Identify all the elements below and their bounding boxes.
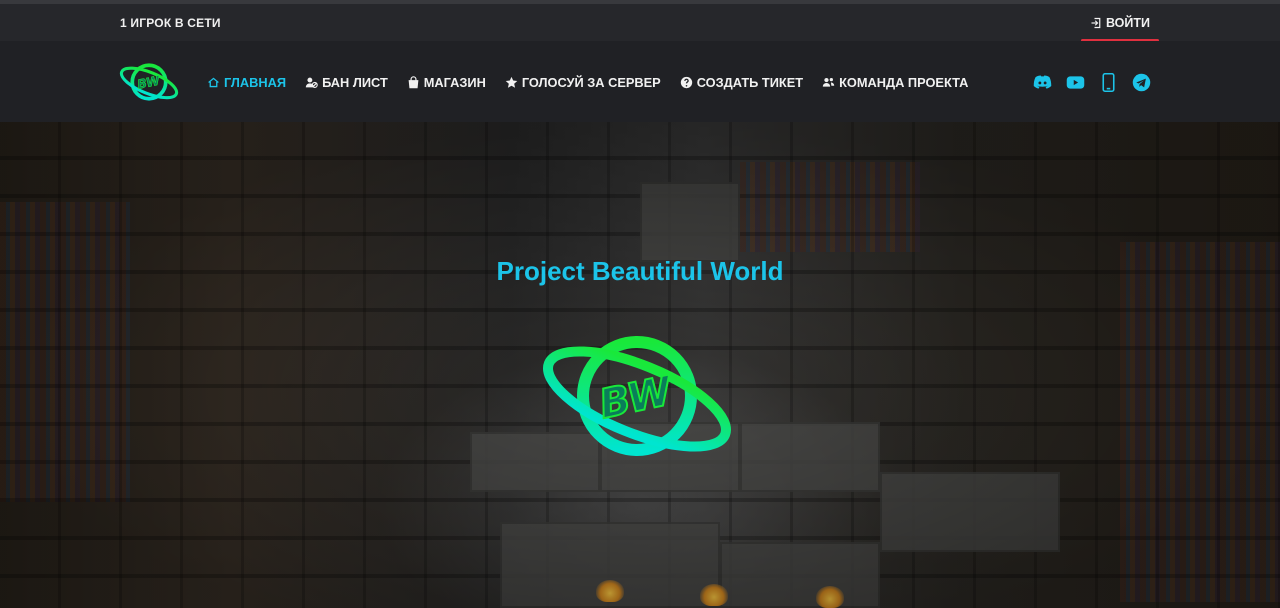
discord-icon	[1033, 75, 1052, 89]
main-menu: ГЛАВНАЯ БАН ЛИСТ МАГАЗИН ГОЛОСУЙ ЗА СЕРВ…	[207, 74, 987, 90]
mobile-link[interactable]	[1098, 72, 1119, 93]
nav-item-ticket[interactable]: СОЗДАТЬ ТИКЕТ	[680, 74, 803, 90]
nav-item-label: СОЗДАТЬ ТИКЕТ	[696, 74, 804, 90]
nav-item-label: БАН ЛИСТ	[322, 74, 388, 90]
nav-item-shop[interactable]: МАГАЗИН	[407, 74, 486, 90]
online-players-count: 1 ИГРОК В СЕТИ	[120, 16, 221, 30]
login-button[interactable]: ВОЙТИ	[1081, 14, 1159, 42]
svg-text:BW: BW	[595, 368, 677, 428]
users-icon	[822, 77, 835, 87]
nav-item-label: ГОЛОСУЙ ЗА СЕРВЕР	[521, 74, 661, 90]
youtube-icon	[1066, 76, 1085, 89]
nav-item-home[interactable]: ГЛАВНАЯ	[207, 74, 286, 90]
nav-item-label: ГЛАВНАЯ	[224, 74, 287, 90]
telegram-icon	[1132, 73, 1151, 92]
star-icon	[505, 76, 518, 88]
question-circle-icon	[680, 76, 692, 88]
home-icon	[208, 77, 219, 87]
top-bar: 1 ИГРОК В СЕТИ ВОЙТИ	[0, 0, 1280, 42]
shopping-bag-icon	[408, 75, 419, 88]
nav-item-label: КОМАНДА ПРОЕКТА	[839, 74, 969, 90]
nav-item-ban-list[interactable]: БАН ЛИСТ	[305, 74, 388, 90]
nav-item-team[interactable]: КОМАНДА ПРОЕКТА	[822, 74, 968, 90]
site-logo[interactable]: BW	[118, 60, 180, 104]
youtube-link[interactable]	[1065, 72, 1086, 93]
social-links	[1032, 72, 1152, 93]
hero-title: Project Beautiful World	[496, 256, 784, 286]
user-ban-icon	[305, 77, 318, 88]
discord-link[interactable]	[1032, 72, 1053, 93]
login-icon	[1091, 17, 1101, 29]
nav-item-vote[interactable]: ГОЛОСУЙ ЗА СЕРВЕР	[505, 74, 661, 90]
main-navbar: BW ГЛАВНАЯ БАН ЛИСТ МАГАЗИН ГОЛОСУЙ ЗА С…	[0, 41, 1280, 122]
nav-item-label: МАГАЗИН	[423, 74, 486, 90]
mobile-icon	[1102, 72, 1115, 93]
svg-text:BW: BW	[136, 72, 162, 92]
hero-logo: BW	[543, 336, 731, 456]
telegram-link[interactable]	[1131, 72, 1152, 93]
hero-banner: Project Beautiful World BW	[0, 122, 1280, 608]
